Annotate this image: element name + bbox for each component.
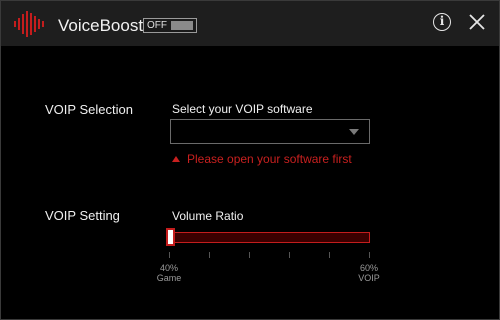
slider-tick [249,252,250,258]
warning-triangle-icon [172,156,180,162]
volume-ratio-slider-track[interactable] [169,232,370,243]
app-title: VoiceBoost [58,16,144,35]
slider-tick [369,252,370,258]
toggle-knob [171,21,193,30]
voip-selection-label: VOIP Selection [45,102,133,117]
info-button[interactable]: i [433,13,451,31]
voip-software-title: Select your VOIP software [172,102,313,116]
chevron-down-icon [349,129,359,135]
slider-tick [329,252,330,258]
volume-ratio-title: Volume Ratio [172,209,244,223]
slider-tick [169,252,170,258]
voip-setting-label: VOIP Setting [45,208,120,223]
warning-text: Please open your software first [187,152,352,166]
info-icon: i [439,14,445,28]
power-toggle[interactable]: OFF [143,18,197,33]
close-icon[interactable] [468,13,486,31]
left-name-label: Game [156,273,182,283]
volume-ratio-slider-handle[interactable] [166,228,175,246]
slider-tick [289,252,290,258]
warning-message: Please open your software first [172,152,352,166]
app-window: VoiceBoost OFF i VOIP Selection Select y… [0,0,500,320]
voip-software-dropdown[interactable] [170,119,370,144]
right-name-label: VOIP [358,273,380,283]
slider-tick [209,252,210,258]
waveform-icon [14,11,44,37]
toggle-label: OFF [147,20,167,31]
title-bar: VoiceBoost OFF i [1,1,499,46]
